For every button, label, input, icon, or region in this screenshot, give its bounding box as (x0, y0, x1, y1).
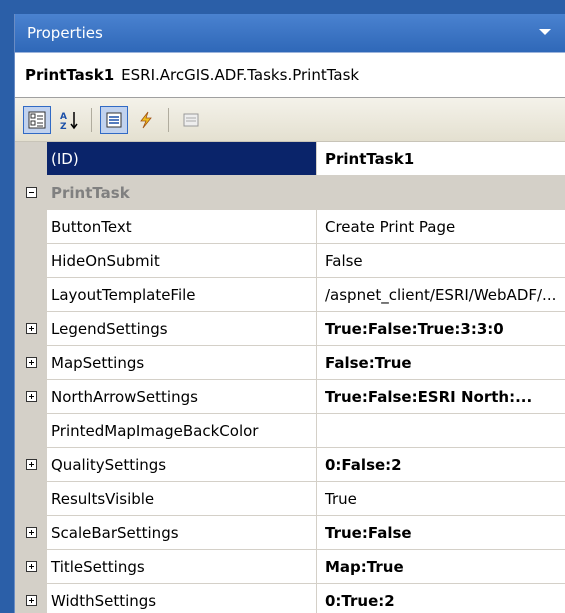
categorized-button[interactable] (23, 105, 51, 134)
expand-icon[interactable] (25, 527, 37, 538)
property-row[interactable]: TitleSettings Map:True (15, 550, 565, 584)
property-value[interactable] (317, 414, 565, 447)
svg-text:A: A (60, 112, 67, 122)
property-row[interactable]: HideOnSubmit False (15, 244, 565, 278)
property-value[interactable]: 0:False:2 (317, 448, 565, 481)
panel-title: Properties (27, 24, 103, 42)
property-name: TitleSettings (47, 550, 317, 583)
property-name: PrintedMapImageBackColor (47, 414, 317, 447)
property-value[interactable]: Create Print Page (317, 210, 565, 243)
property-value[interactable]: True (317, 482, 565, 515)
property-name: MapSettings (47, 346, 317, 379)
properties-window: Properties PrintTask1 ESRI.ArcGIS.ADF.Ta… (14, 14, 565, 613)
property-name: ButtonText (47, 210, 317, 243)
property-value[interactable]: /aspnet_client/ESRI/WebADF/... (317, 278, 565, 311)
property-value[interactable]: False:True (317, 346, 565, 379)
expand-icon[interactable] (25, 357, 37, 368)
expand-icon[interactable] (25, 561, 37, 572)
events-icon (140, 111, 152, 128)
property-name: ScaleBarSettings (47, 516, 317, 549)
property-value[interactable]: Map:True (317, 550, 565, 583)
properties-titlebar: Properties (15, 14, 565, 52)
property-name: LayoutTemplateFile (47, 278, 317, 311)
events-button[interactable] (132, 106, 160, 134)
property-name: (ID) (47, 142, 317, 175)
property-name: NorthArrowSettings (47, 380, 317, 413)
collapse-icon[interactable] (25, 187, 37, 198)
object-type: ESRI.ArcGIS.ADF.Tasks.PrintTask (121, 66, 360, 84)
properties-icon (106, 112, 122, 127)
property-value[interactable]: True:False (317, 516, 565, 549)
property-value[interactable]: True:False:ESRI North:... (317, 380, 565, 413)
alphabetical-icon: A Z (60, 111, 78, 130)
property-row[interactable]: ScaleBarSettings True:False (15, 516, 565, 550)
dropdown-arrow-icon[interactable] (539, 29, 551, 35)
category-label: PrintTask (51, 183, 130, 202)
object-name: PrintTask1 (25, 66, 115, 84)
properties-button[interactable] (100, 105, 128, 134)
property-name: QualitySettings (47, 448, 317, 481)
expand-icon[interactable] (25, 391, 37, 402)
category-row[interactable]: PrintTask (15, 176, 565, 210)
toolbar-separator (168, 107, 169, 132)
properties-toolbar: A Z (15, 98, 565, 142)
object-selector[interactable]: PrintTask1 ESRI.ArcGIS.ADF.Tasks.PrintTa… (15, 52, 565, 98)
categorized-icon (28, 111, 46, 128)
property-row[interactable]: ButtonText Create Print Page (15, 210, 565, 244)
alphabetical-button[interactable]: A Z (55, 106, 83, 134)
expand-icon[interactable] (25, 323, 37, 334)
property-row[interactable]: ResultsVisible True (15, 482, 565, 516)
svg-text:Z: Z (60, 122, 67, 130)
property-row[interactable]: LayoutTemplateFile/aspnet_client/ESRI/We… (15, 278, 565, 312)
property-value[interactable]: False (317, 244, 565, 277)
property-value[interactable]: 0:True:2 (317, 584, 565, 613)
property-row[interactable]: QualitySettings 0:False:2 (15, 448, 565, 482)
property-row[interactable]: WidthSettings 0:True:2 (15, 584, 565, 613)
toolbar-separator (91, 107, 92, 132)
property-value[interactable]: PrintTask1 (317, 142, 565, 175)
property-pages-icon (183, 113, 199, 126)
property-pages-button[interactable] (177, 106, 205, 134)
property-row-id[interactable]: (ID) PrintTask1 (15, 142, 565, 176)
property-name: WidthSettings (47, 584, 317, 613)
property-row[interactable]: MapSettings False:True (15, 346, 565, 380)
property-row[interactable]: PrintedMapImageBackColor (15, 414, 565, 448)
expand-icon[interactable] (25, 459, 37, 470)
property-row[interactable]: LegendSettings True:False:True:3:3:0 (15, 312, 565, 346)
property-name: ResultsVisible (47, 482, 317, 515)
property-name: HideOnSubmit (47, 244, 317, 277)
property-grid: (ID) PrintTask1 PrintTask ButtonText Crea… (15, 142, 565, 613)
property-name: LegendSettings (47, 312, 317, 345)
property-row[interactable]: NorthArrowSettings True:False:ESRI North:… (15, 380, 565, 414)
property-value[interactable]: True:False:True:3:3:0 (317, 312, 565, 345)
expand-icon[interactable] (25, 595, 37, 606)
